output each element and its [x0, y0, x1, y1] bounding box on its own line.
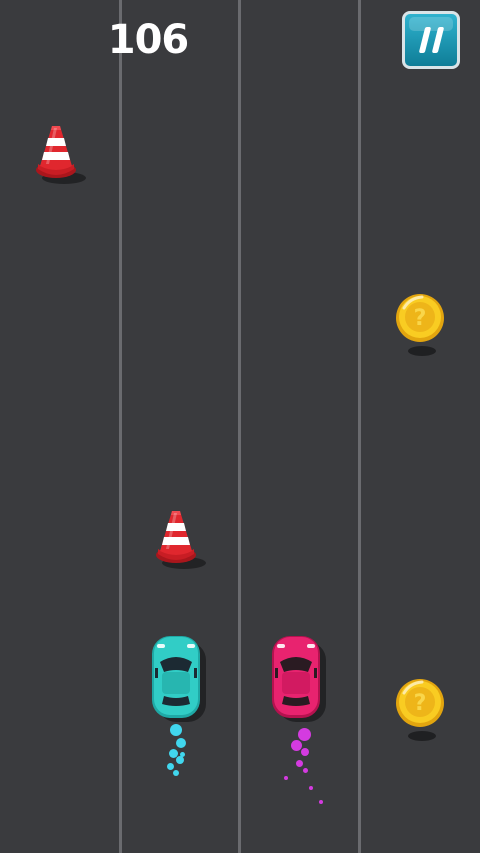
traffic-cone — [150, 505, 210, 573]
exhaust-particle — [303, 768, 308, 773]
exhaust-particle — [301, 748, 309, 756]
player-car-pink[interactable] — [268, 634, 328, 726]
lane-divider-center — [238, 0, 241, 853]
exhaust-particle — [284, 776, 288, 780]
exhaust-particle — [309, 786, 313, 790]
exhaust-particle — [296, 760, 303, 767]
exhaust-particle — [176, 738, 186, 748]
exhaust-particle — [319, 800, 323, 804]
coin: ? — [394, 292, 448, 358]
button-shine — [409, 17, 453, 31]
coin: ? — [394, 677, 448, 743]
player-car-cyan[interactable] — [148, 634, 208, 726]
svg-text:?: ? — [414, 306, 427, 331]
score-counter: 106 — [107, 17, 190, 63]
pause-button[interactable] — [402, 11, 460, 69]
exhaust-particle — [173, 770, 179, 776]
exhaust-particle — [170, 724, 182, 736]
exhaust-particle — [180, 752, 185, 757]
game-area[interactable]: 106 ? ? — [0, 0, 480, 853]
exhaust-particle — [291, 740, 302, 751]
traffic-cone — [30, 120, 90, 188]
exhaust-particle — [298, 728, 311, 741]
exhaust-particle — [167, 763, 174, 770]
exhaust-particle — [176, 756, 184, 764]
lane-divider-left — [119, 0, 122, 853]
svg-text:?: ? — [414, 691, 427, 716]
lane-divider-right — [358, 0, 361, 853]
